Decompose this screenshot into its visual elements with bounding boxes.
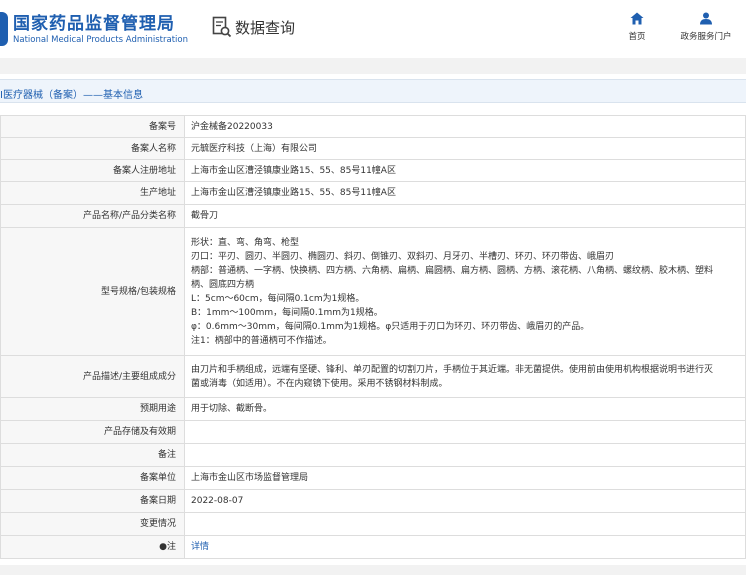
home-icon xyxy=(630,12,644,25)
row-label: 变更情况 xyxy=(0,512,185,536)
user-icon xyxy=(700,12,712,25)
table-row: 产品存储及有效期 xyxy=(0,420,746,444)
spec-line: 柄、圆底四方柄 xyxy=(191,279,255,290)
table-row: 生产地址 上海市金山区漕泾镇康业路15、55、85号11幢A区 xyxy=(0,181,746,205)
row-value: 2022-08-07 xyxy=(184,489,746,513)
row-label: 生产地址 xyxy=(0,181,185,205)
table-row: 备案人注册地址 上海市金山区漕泾镇康业路15、55、85号11幢A区 xyxy=(0,159,746,182)
logo-emblem xyxy=(0,12,8,46)
row-label: 产品描述/主要组成成分 xyxy=(0,355,185,398)
nav-home[interactable]: 首页 xyxy=(607,12,667,42)
row-label: 产品存储及有效期 xyxy=(0,420,185,444)
spec-line: L：5cm～60cm，每间隔0.1cm为1规格。 xyxy=(191,293,365,304)
detail-table: 备案号 沪金械备20220033 备案人名称 元毓医疗科技（上海）有限公司 备案… xyxy=(0,115,746,559)
spec-line: 注1：柄部中的普通柄可不作描述。 xyxy=(191,335,332,346)
nav-user-portal-label: 政务服务门户 xyxy=(680,32,732,42)
table-row: 备案日期 2022-08-07 xyxy=(0,489,746,513)
document-search-icon xyxy=(212,16,232,38)
nav-home-label: 首页 xyxy=(628,32,646,42)
spec-line: B：1mm～100mm，每间隔0.1mm为1规格。 xyxy=(191,307,383,318)
row-label: 备案日期 xyxy=(0,489,185,513)
row-label: 备案人名称 xyxy=(0,137,185,160)
table-row: 预期用途 用于切除、截断骨。 xyxy=(0,397,746,421)
row-label: 备案人注册地址 xyxy=(0,159,185,182)
row-label: 备注 xyxy=(0,443,185,467)
row-label: 备案单位 xyxy=(0,466,185,490)
row-value: 用于切除、截断骨。 xyxy=(184,397,746,421)
table-row: 备案单位 上海市金山区市场监督管理局 xyxy=(0,466,746,490)
spec-line: 柄部：普通柄、一字柄、快换柄、四方柄、六角柄、扁柄、扁圆柄、扁方柄、圆柄、方柄、… xyxy=(191,265,714,276)
spec-line: 形状：直、弯、角弯、枪型 xyxy=(191,237,300,248)
row-value: 形状：直、弯、角弯、枪型 刃口：平刃、圆刃、半圆刃、椭圆刃、斜刃、倒锥刃、双斜刃… xyxy=(184,227,746,356)
row-value: 上海市金山区市场监督管理局 xyxy=(184,466,746,490)
row-value: 上海市金山区漕泾镇康业路15、55、85号11幢A区 xyxy=(184,159,746,182)
description-line: 由刀片和手柄组成，远端有坚硬、锋利、单刃配置的切割刀片，手柄位于其近端。非无菌提… xyxy=(191,364,714,375)
nav-user-portal[interactable]: 政务服务门户 xyxy=(674,12,738,42)
logo-title-en[interactable]: National Medical Products Administration xyxy=(13,35,188,45)
table-row: 产品名称/产品分类名称 截骨刀 xyxy=(0,204,746,228)
row-label: 型号规格/包装规格 xyxy=(0,227,185,356)
row-value: 沪金械备20220033 xyxy=(184,115,746,138)
row-value xyxy=(184,512,746,536)
row-label: 备案号 xyxy=(0,115,185,138)
table-row: 备案人名称 元毓医疗科技（上海）有限公司 xyxy=(0,137,746,160)
header-separator xyxy=(0,58,746,74)
row-value xyxy=(184,443,746,467)
table-row: 备注 xyxy=(0,443,746,467)
table-row: 备案号 沪金械备20220033 xyxy=(0,115,746,138)
table-row: 型号规格/包装规格 形状：直、弯、角弯、枪型 刃口：平刃、圆刃、半圆刃、椭圆刃、… xyxy=(0,227,746,356)
row-label: ●注 xyxy=(0,535,185,559)
logo-title-cn[interactable]: 国家药品监督管理局 xyxy=(13,9,175,34)
section-title: I医疗器械（备案）——基本信息 xyxy=(0,90,143,101)
table-row: 产品描述/主要组成成分 由刀片和手柄组成，远端有坚硬、锋利、单刃配置的切割刀片，… xyxy=(0,355,746,398)
row-value: 上海市金山区漕泾镇康业路15、55、85号11幢A区 xyxy=(184,181,746,205)
row-value xyxy=(184,420,746,444)
spec-line: φ：0.6mm～30mm，每间隔0.1mm为1规格。φ只适用于刃口为环刃、环刃带… xyxy=(191,321,590,332)
row-label: 预期用途 xyxy=(0,397,185,421)
description-line: 菌或消毒（如适用）。不在内窥镜下使用。采用不锈钢材料制成。 xyxy=(191,378,448,389)
row-value: 元毓医疗科技（上海）有限公司 xyxy=(184,137,746,160)
section-header: I医疗器械（备案）——基本信息 xyxy=(0,79,746,103)
row-label: 产品名称/产品分类名称 xyxy=(0,204,185,228)
row-value: 详情 xyxy=(184,535,746,559)
table-row: 变更情况 xyxy=(0,512,746,536)
spec-line: 刃口：平刃、圆刃、半圆刃、椭圆刃、斜刃、倒锥刃、双斜刃、月牙刃、半槽刃、环刃、环… xyxy=(191,251,615,262)
site-header: 国家药品监督管理局 National Medical Products Admi… xyxy=(0,0,746,58)
table-row: ●注 详情 xyxy=(0,535,746,559)
row-value: 由刀片和手柄组成，远端有坚硬、锋利、单刃配置的切割刀片，手柄位于其近端。非无菌提… xyxy=(184,355,746,398)
details-link[interactable]: 详情 xyxy=(191,542,209,552)
row-value: 截骨刀 xyxy=(184,204,746,228)
footer-band xyxy=(0,565,746,575)
page-heading: 数据查询 xyxy=(235,19,296,37)
